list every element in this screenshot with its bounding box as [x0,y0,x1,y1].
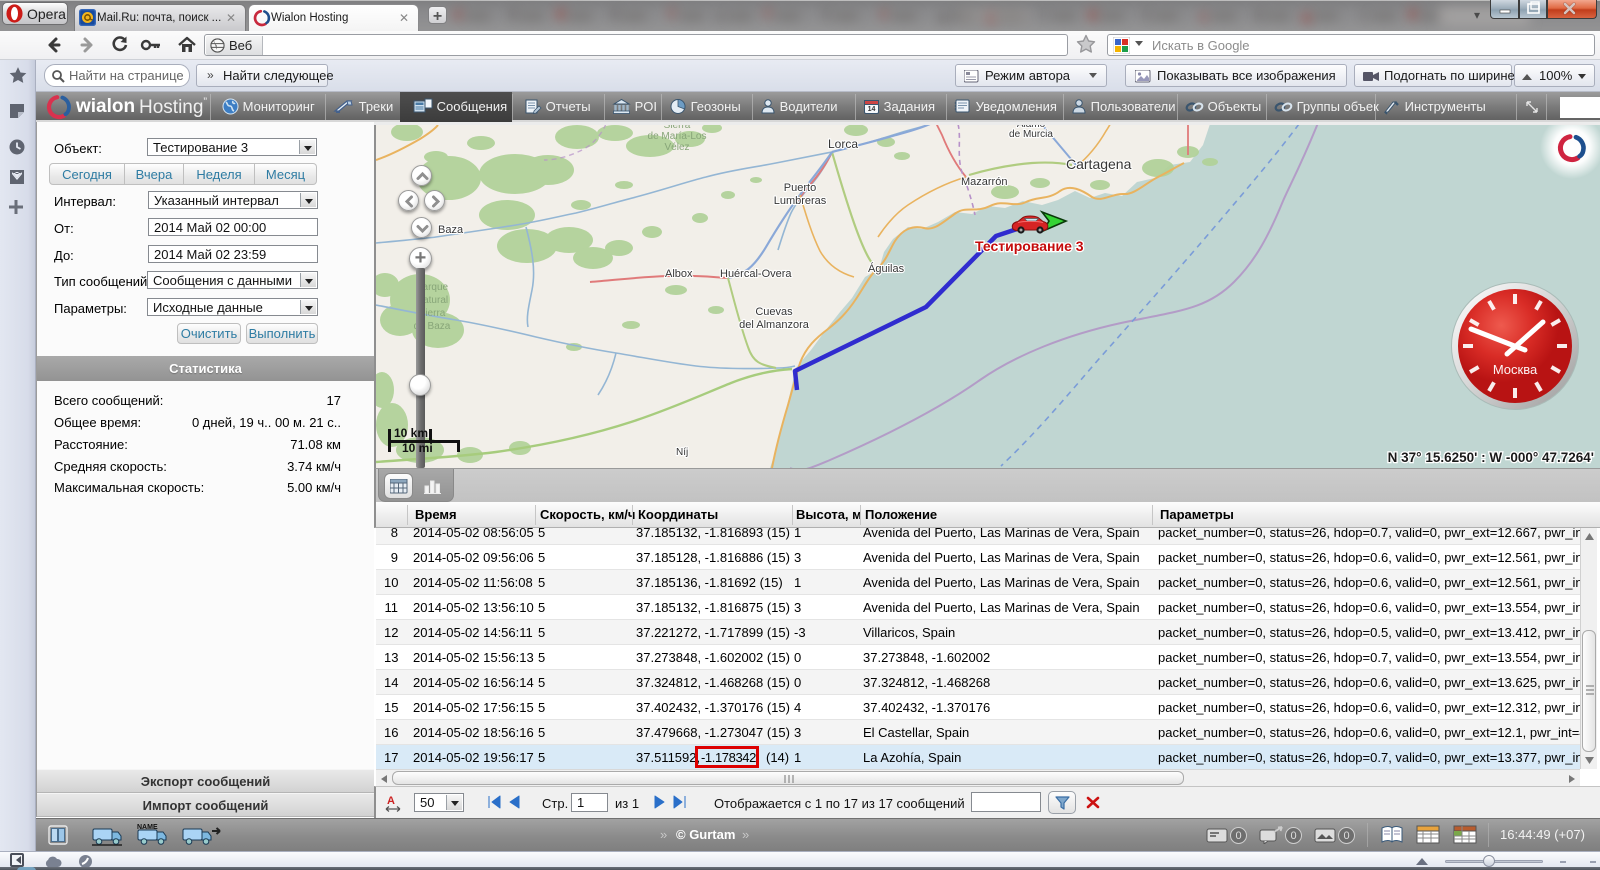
svg-text:Lorca: Lorca [828,137,858,151]
svg-text:14: 14 [868,106,876,113]
svg-text:Vélez: Vélez [664,142,689,153]
svg-text:del Almanzora: del Almanzora [739,319,810,331]
svg-text:Albox: Albox [665,268,693,280]
svg-text:Lumbreras: Lumbreras [774,195,827,207]
svg-text:A: A [387,795,395,807]
svg-text:N 37° 15.6250' : W -000° 47.72: N 37° 15.6250' : W -000° 47.7264' [1388,450,1594,465]
svg-text:Cuevas: Cuevas [755,306,793,318]
svg-text:Тестирование 3: Тестирование 3 [975,238,1084,254]
svg-text:Águilas: Águilas [868,262,905,275]
svg-text:Mazarrón: Mazarrón [961,176,1007,188]
svg-text:de Murcia: de Murcia [1009,129,1053,140]
svg-text:Níj: Níj [676,447,688,458]
svg-text:de María-Los: de María-Los [648,131,707,142]
svg-text:Puerto: Puerto [784,182,816,194]
svg-text:Cartagena: Cartagena [1066,156,1132,172]
svg-text:Huércal-Overa: Huércal-Overa [720,268,792,280]
svg-text:Baza: Baza [438,224,464,236]
svg-text:Москва: Москва [1493,362,1538,377]
